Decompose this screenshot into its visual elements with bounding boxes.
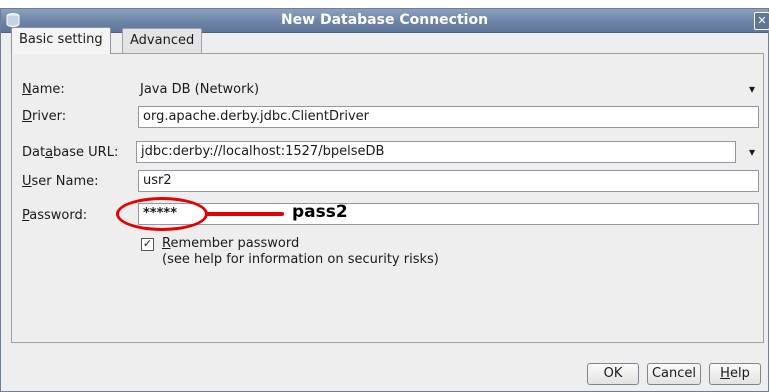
password-label: Password: (22, 208, 88, 223)
title-bar: New Database Connection ✕ (1, 9, 769, 33)
tab-basic-setting[interactable]: Basic setting (11, 27, 111, 54)
cancel-button[interactable]: Cancel (647, 363, 701, 385)
user-name-field[interactable]: usr2 (138, 170, 759, 192)
dialog-title: New Database Connection (280, 12, 489, 28)
remember-password-hint: (see help for information on security ri… (162, 252, 439, 267)
annotation-line (206, 212, 284, 216)
ok-button[interactable]: OK (587, 363, 639, 385)
annotation-circle (116, 197, 208, 231)
help-button[interactable]: Help (709, 363, 761, 385)
chevron-down-icon[interactable]: ▾ (745, 145, 759, 159)
database-url-label: Database URL: (22, 145, 119, 160)
remember-password-checkbox[interactable]: ✓ (141, 238, 154, 251)
tab-advanced[interactable]: Advanced (122, 28, 203, 53)
driver-label: Driver: (22, 109, 67, 124)
basic-setting-panel (11, 53, 764, 343)
database-url-field[interactable]: jdbc:derby://localhost:1527/bpelseDB (136, 141, 736, 163)
chevron-down-icon[interactable]: ▾ (745, 82, 759, 96)
user-name-label: User Name: (22, 174, 99, 189)
annotation-password-text: pass2 (292, 202, 348, 222)
close-icon[interactable]: ✕ (754, 12, 769, 30)
name-select-value[interactable]: Java DB (Network) (140, 82, 259, 97)
driver-field[interactable]: org.apache.derby.jdbc.ClientDriver (138, 106, 759, 128)
name-label: Name: (22, 82, 65, 97)
remember-password-label[interactable]: Remember password (162, 236, 299, 251)
